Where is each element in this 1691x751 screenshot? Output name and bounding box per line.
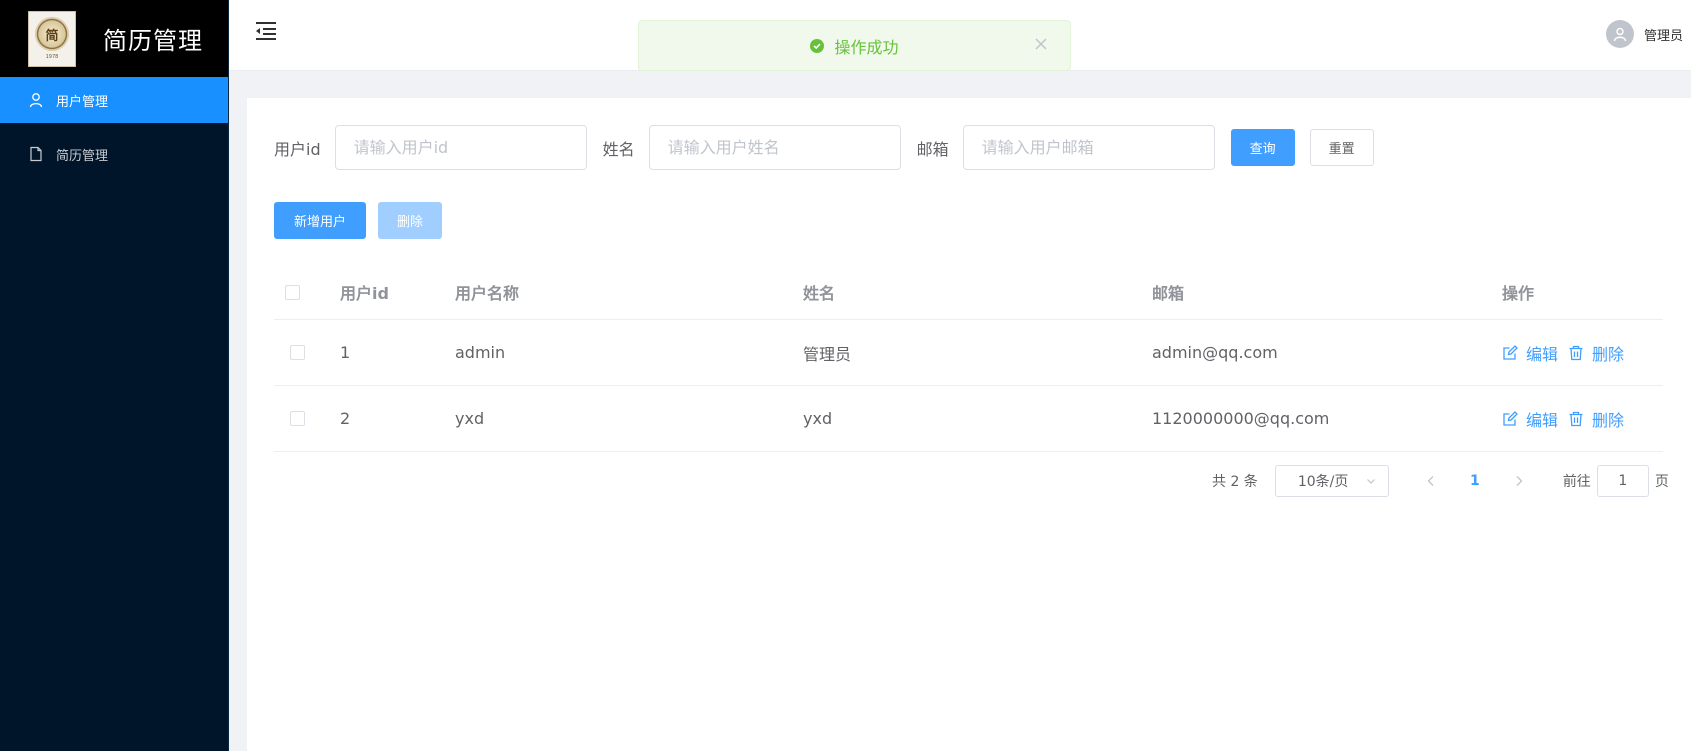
column-header: 用户id [340, 284, 389, 303]
query-button[interactable]: 查询 [1230, 129, 1295, 166]
sidebar-item-user-management[interactable]: 用户管理 [0, 77, 228, 123]
check-circle-icon [810, 38, 825, 53]
logo-seal-char: 简 [45, 28, 59, 44]
goto-page-input[interactable]: 1 [1596, 465, 1649, 497]
delete-label: 删除 [1592, 344, 1625, 364]
goto-page: 前往 1 页 [1563, 465, 1669, 497]
user-id-input[interactable] [334, 125, 587, 170]
cell-actions: 编辑 删除 [1502, 341, 1663, 365]
trash-icon [1569, 345, 1583, 360]
logo-image: 简 1978 [28, 10, 76, 67]
logo-bar: 简 1978 简历管理 [0, 0, 228, 77]
table-header: 用户id 用户名称 姓名 邮箱 操作 [274, 265, 1663, 320]
logo-foot: 1978 [45, 54, 59, 60]
delete-button[interactable]: 删除 [1568, 341, 1624, 365]
page-size-value: 10条/页 [1297, 474, 1349, 490]
next-page-button[interactable] [1497, 465, 1541, 497]
cell-username: yxd [455, 409, 485, 428]
edit-label: 编辑 [1526, 344, 1559, 364]
success-toast: 操作成功 [638, 20, 1071, 71]
table-body: 1 admin 管理员 admin@qq.com 编辑 删除 2 yxd yxd… [274, 320, 1663, 452]
sidebar: 简 1978 简历管理 用户管理 简历管理 [0, 0, 229, 751]
cell-email: admin@qq.com [1152, 343, 1278, 362]
delete-label: 删除 [1592, 410, 1625, 430]
user-menu[interactable]: 管理员 [1605, 20, 1683, 48]
email-input[interactable] [962, 125, 1215, 170]
page-size-select[interactable]: 10条/页 [1274, 465, 1389, 497]
cell-name: yxd [803, 409, 833, 428]
user-table: 用户id 用户名称 姓名 邮箱 操作 1 admin 管理员 admin@qq.… [274, 265, 1663, 452]
cell-user-id: 1 [340, 343, 351, 362]
edit-icon [1503, 410, 1518, 426]
action-bar: 新增用户 删除 [274, 202, 442, 239]
avatar [1605, 20, 1634, 48]
total-count: 共 2 条 [1212, 474, 1258, 490]
cell-actions: 编辑 删除 [1502, 407, 1663, 431]
column-header: 邮箱 [1152, 284, 1185, 303]
chevron-left-icon [1427, 476, 1434, 486]
column-header: 用户名称 [455, 284, 520, 303]
main-content: 用户id 姓名 邮箱 查询 重置 新增用户 删除 用户id 用户名称 姓名 邮箱… [247, 98, 1691, 751]
reset-button[interactable]: 重置 [1309, 129, 1374, 166]
sidebar-item-resume-management[interactable]: 简历管理 [0, 131, 228, 177]
user-icon [29, 93, 43, 108]
pagination: 共 2 条 10条/页 1 前往 1 页 [1212, 465, 1669, 497]
sidebar-item-label: 用户管理 [56, 94, 109, 110]
cell-user-id: 2 [340, 409, 351, 428]
goto-suffix: 页 [1654, 474, 1669, 490]
edit-button[interactable]: 编辑 [1502, 407, 1558, 431]
select-all-checkbox[interactable] [285, 284, 300, 300]
add-user-button[interactable]: 新增用户 [274, 202, 366, 239]
sidebar-item-label: 简历管理 [56, 148, 109, 164]
edit-icon [1503, 344, 1518, 360]
search-form: 用户id 姓名 邮箱 查询 重置 [274, 125, 1374, 170]
cell-email: 1120000000@qq.com [1152, 409, 1330, 428]
email-label: 邮箱 [916, 139, 949, 159]
trash-icon [1569, 411, 1583, 426]
edit-button[interactable]: 编辑 [1502, 341, 1558, 365]
user-name: 管理员 [1643, 28, 1683, 44]
menu-collapse-icon[interactable] [256, 21, 278, 41]
cell-username: admin [455, 343, 506, 362]
column-header: 操作 [1502, 284, 1535, 303]
cell-name: 管理员 [803, 344, 852, 364]
batch-delete-button[interactable]: 删除 [378, 202, 442, 239]
chevron-down-icon [1366, 479, 1375, 484]
column-header: 姓名 [803, 284, 836, 303]
close-icon[interactable] [1032, 35, 1050, 53]
name-label: 姓名 [602, 139, 635, 159]
logo-seal: 简 [35, 17, 69, 51]
page-number-current[interactable]: 1 [1453, 465, 1497, 497]
name-input[interactable] [648, 125, 901, 170]
row-checkbox[interactable] [290, 411, 305, 426]
row-checkbox[interactable] [290, 345, 305, 360]
document-icon [30, 146, 42, 162]
edit-label: 编辑 [1526, 410, 1559, 430]
chevron-right-icon [1516, 476, 1523, 486]
avatar-user-icon [1613, 27, 1627, 42]
delete-button[interactable]: 删除 [1568, 407, 1624, 431]
table-row: 1 admin 管理员 admin@qq.com 编辑 删除 [274, 320, 1663, 386]
toast-message: 操作成功 [834, 37, 899, 57]
prev-page-button[interactable] [1409, 465, 1453, 497]
user-id-label: 用户id [274, 139, 321, 159]
goto-prefix: 前往 [1562, 474, 1591, 490]
app-title: 简历管理 [103, 27, 203, 55]
table-row: 2 yxd yxd 1120000000@qq.com 编辑 删除 [274, 386, 1663, 452]
